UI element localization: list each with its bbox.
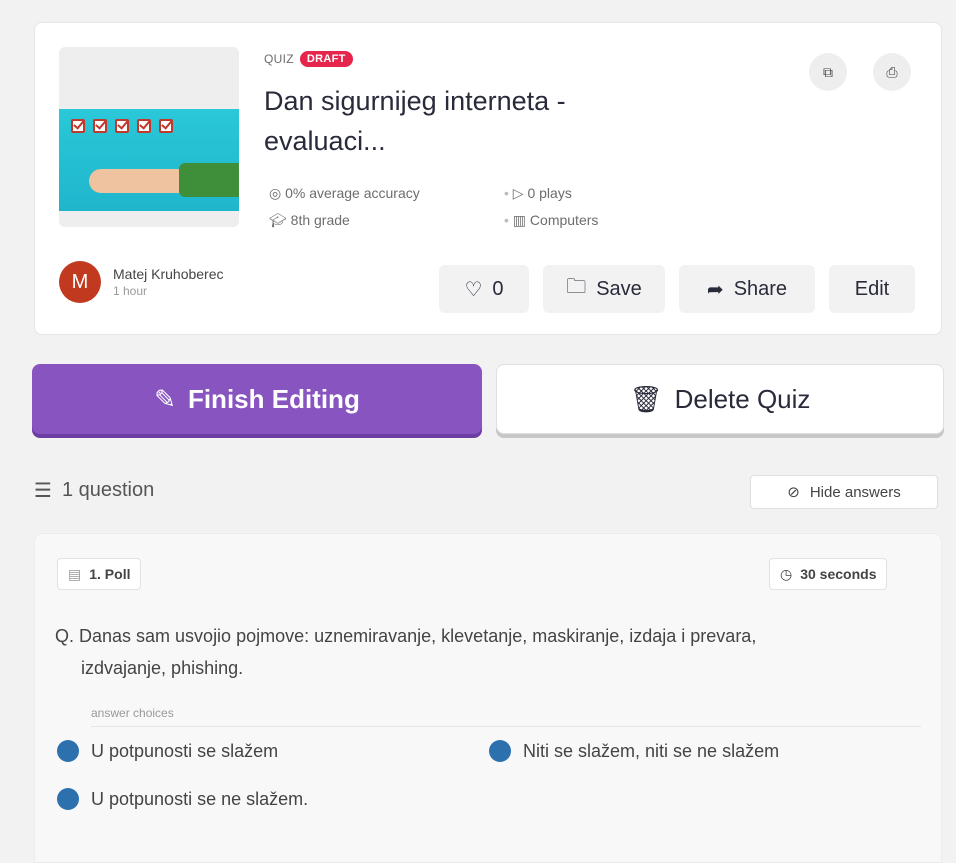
folder-icon: 🗀︎	[566, 276, 587, 298]
quiz-thumbnail	[59, 47, 239, 227]
question-count-label: 1 question	[61, 479, 155, 501]
like-button[interactable]: ♡ 0	[439, 265, 529, 313]
checkbox-icon	[159, 119, 173, 133]
answer-choice-label: U potpunosti se slažem	[91, 740, 279, 761]
finish-editing-button[interactable]: ✎ Finish Editing	[32, 364, 482, 434]
author-time: 1 hour	[113, 284, 148, 298]
save-label: Save	[596, 277, 642, 300]
checkbox-icon	[115, 119, 129, 133]
plays-text: 0 plays	[527, 185, 572, 201]
edit-label: Edit	[854, 277, 890, 300]
accuracy-stat: ◎ 0% average accuracy	[269, 185, 504, 202]
question-card: ▤ 1. Poll ◷ 30 seconds Q. Danas sam usvo…	[34, 533, 942, 863]
edit-icon: ✎	[154, 383, 176, 414]
sleeve-image	[179, 163, 239, 197]
divider	[91, 726, 921, 727]
subject-text: Computers	[529, 212, 599, 228]
author-details: Matej Kruhoberec 1 hour	[113, 266, 224, 298]
answer-choice: U potpunosti se slažem	[57, 740, 278, 762]
trash-icon: 🗑︎	[629, 383, 663, 414]
answer-choice-label: U potpunosti se ne slažem.	[91, 788, 309, 809]
answer-choice: U potpunosti se ne slažem.	[57, 788, 308, 810]
quiz-type-label: QUIZ	[264, 52, 294, 66]
separator-dot: •	[504, 212, 509, 228]
clock-icon: ◷	[780, 565, 793, 582]
choice-dot-icon	[57, 788, 79, 810]
save-button[interactable]: 🗀︎ Save	[543, 265, 665, 313]
quiz-title: Dan sigurnijeg interneta - evaluaci...	[264, 81, 684, 161]
quiz-stats: ◎ 0% average accuracy • ▷ 0 plays 🎓︎ 8th…	[269, 185, 664, 229]
answer-choice-label: Niti se slažem, niti se ne slažem	[523, 740, 780, 761]
copy-icon: ⧉	[823, 63, 833, 80]
question-text-line1: Q. Danas sam usvojio pojmove: uznemirava…	[55, 626, 757, 646]
question-count: ☰ 1 question	[34, 478, 154, 503]
checkbox-row	[71, 119, 173, 133]
accuracy-text: 0% average accuracy	[285, 185, 420, 201]
question-time: 30 seconds	[800, 566, 877, 582]
hide-answers-label: Hide answers	[809, 483, 901, 501]
eye-slash-icon: ⊘	[787, 484, 800, 501]
checkbox-icon	[137, 119, 151, 133]
target-icon: ◎	[269, 185, 282, 201]
delete-quiz-label: Delete Quiz	[674, 383, 811, 414]
question-type-chip: ▤ 1. Poll	[57, 558, 142, 590]
graduation-cap-icon: 🎓︎	[269, 212, 287, 228]
choice-dot-icon	[489, 740, 511, 762]
question-text: Q. Danas sam usvojio pojmove: uznemirava…	[55, 620, 915, 684]
poll-icon: ▤	[68, 565, 82, 582]
subject-stat: • ▥ Computers	[504, 212, 664, 229]
question-text-line2: izdvajanje, phishing.	[81, 658, 244, 678]
author-info: M Matej Kruhoberec 1 hour	[59, 261, 224, 303]
separator-dot: •	[504, 185, 509, 201]
quiz-header-card: QUIZ DRAFT Dan sigurnijeg interneta - ev…	[34, 22, 942, 335]
heart-icon: ♡	[464, 278, 483, 301]
quiz-title-line1: Dan sigurnijeg interneta -	[264, 86, 566, 116]
plays-stat: • ▷ 0 plays	[504, 185, 664, 202]
share-icon: ➦	[706, 278, 724, 301]
avatar[interactable]: M	[59, 261, 101, 303]
quiz-title-line2: evaluaci...	[264, 126, 386, 156]
play-icon: ▷	[512, 185, 524, 201]
choice-dot-icon	[57, 740, 79, 762]
checkbox-icon	[71, 119, 85, 133]
share-label: Share	[733, 277, 788, 300]
question-time-chip: ◷ 30 seconds	[769, 558, 888, 590]
like-count: 0	[492, 277, 504, 300]
answer-choices-label: answer choices	[91, 706, 174, 720]
checkbox-icon	[93, 119, 107, 133]
answer-choice: Niti se slažem, niti se ne slažem	[489, 740, 779, 762]
edit-button[interactable]: Edit	[829, 265, 915, 313]
delete-quiz-button[interactable]: 🗑︎ Delete Quiz	[496, 364, 944, 434]
status-badge: DRAFT	[299, 51, 353, 67]
grade-text: 8th grade	[290, 212, 350, 228]
list-icon: ☰	[34, 480, 52, 502]
print-icon: ⎙	[886, 63, 898, 80]
grade-stat: 🎓︎ 8th grade	[269, 212, 504, 229]
copy-button[interactable]: ⧉	[809, 53, 847, 91]
finish-editing-label: Finish Editing	[187, 383, 360, 414]
books-icon: ▥	[512, 212, 527, 228]
hide-answers-button[interactable]: ⊘ Hide answers	[750, 475, 938, 509]
quiz-type-row: QUIZ DRAFT	[264, 51, 353, 67]
share-button[interactable]: ➦ Share	[679, 265, 815, 313]
print-button[interactable]: ⎙	[873, 53, 911, 91]
question-number-type: 1. Poll	[89, 566, 131, 582]
author-name[interactable]: Matej Kruhoberec	[113, 266, 224, 282]
